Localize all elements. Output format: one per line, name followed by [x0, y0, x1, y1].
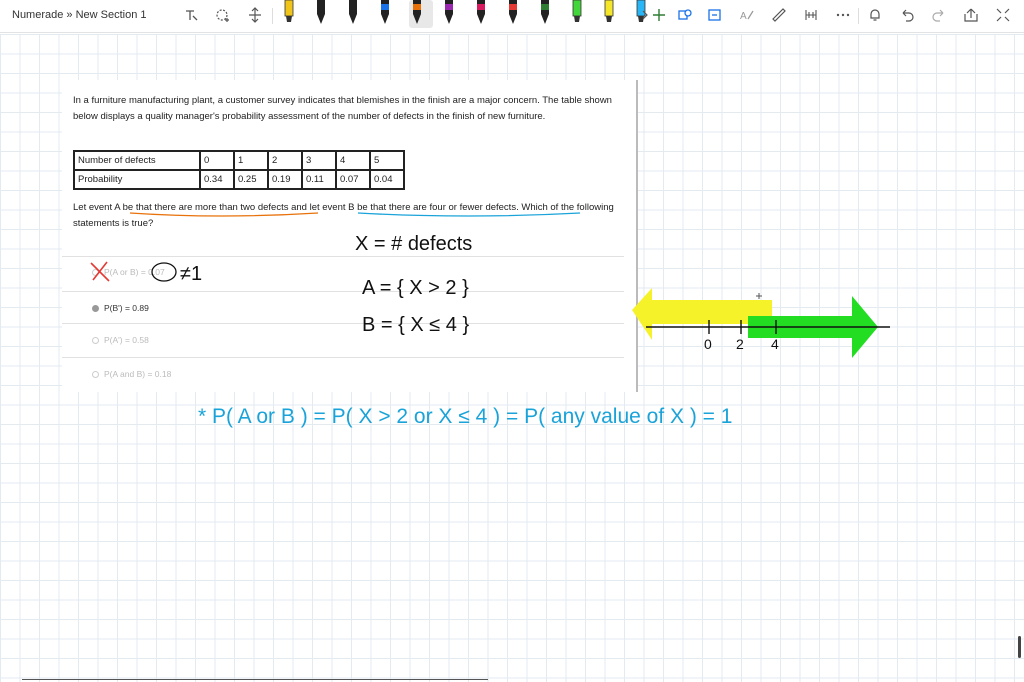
add-space-icon[interactable]	[214, 6, 232, 24]
table-cell: 0.25	[233, 169, 269, 190]
fullscreen-icon[interactable]	[994, 6, 1012, 24]
lasso-select-icon[interactable]	[182, 6, 200, 24]
divider	[62, 357, 624, 358]
table-cell: 3	[301, 150, 337, 171]
option-label: P(A') = 0.58	[104, 335, 149, 345]
table-cell: 2	[267, 150, 303, 171]
radio-button[interactable]	[92, 370, 99, 378]
ink-to-shape-icon[interactable]	[706, 6, 724, 24]
table-cell: 1	[233, 150, 269, 171]
divider	[62, 291, 624, 292]
app-toolbar: Numerade » New Section 1 A	[0, 0, 1024, 33]
radio-button[interactable]	[92, 304, 99, 312]
question-card: In a furniture manufacturing plant, a cu…	[62, 80, 638, 392]
scrollbar-thumb[interactable]	[1018, 636, 1021, 658]
undo-icon[interactable]	[898, 6, 916, 24]
highlighter-tool-1[interactable]	[281, 0, 297, 28]
radio-button[interactable]	[92, 336, 99, 344]
option-label: P(B') = 0.89	[104, 303, 149, 313]
move-icon[interactable]	[246, 6, 264, 24]
table-cell: Number of defects	[73, 150, 201, 171]
table-cell: 4	[335, 150, 371, 171]
ink-to-text-icon[interactable]: A	[738, 6, 756, 24]
table-cell: 0.07	[335, 169, 371, 190]
table-row: Number of defects 0 1 2 3 4 5	[73, 150, 405, 171]
page-rule	[22, 679, 488, 680]
table-cell: 0	[199, 150, 235, 171]
table-cell: 0.04	[369, 169, 405, 190]
redo-icon[interactable]	[930, 6, 948, 24]
highlighter-tool-11[interactable]	[601, 0, 617, 28]
pen-tool-9[interactable]	[537, 0, 553, 28]
option-a-complement[interactable]: P(A') = 0.58	[92, 335, 149, 345]
divider	[62, 323, 624, 324]
probability-table: Number of defects 0 1 2 3 4 5 Probabilit…	[73, 150, 405, 190]
breadcrumb[interactable]: Numerade » New Section 1	[12, 9, 147, 21]
pen-tool-8[interactable]	[505, 0, 521, 28]
option-a-and-b[interactable]: P(A and B) = 0.18	[92, 369, 171, 379]
table-cell: 0.19	[267, 169, 303, 190]
more-icon[interactable]	[834, 6, 852, 24]
pen-tool-4[interactable]	[377, 0, 393, 28]
option-a-or-b[interactable]: P(A or B) = 0.07	[92, 267, 165, 277]
add-pen-icon[interactable]	[650, 6, 668, 24]
option-b-complement[interactable]: P(B') = 0.89	[92, 303, 149, 313]
question-intro: In a furniture manufacturing plant, a cu…	[73, 95, 612, 122]
pen-tool-3[interactable]	[345, 0, 361, 28]
question-prompt: Let event A be that there are more than …	[73, 202, 614, 229]
highlighter-tool-10[interactable]	[569, 0, 585, 28]
table-cell: 0.34	[199, 169, 235, 190]
pen-tool-2[interactable]	[313, 0, 329, 28]
shapes-icon[interactable]	[676, 6, 694, 24]
radio-button[interactable]	[92, 268, 99, 276]
pen-tool-6[interactable]	[441, 0, 457, 28]
notifications-icon[interactable]	[866, 6, 884, 24]
table-cell: Probability	[73, 169, 201, 190]
pen-tool-5[interactable]	[409, 0, 433, 28]
divider	[62, 256, 624, 257]
option-label: P(A or B) = 0.07	[104, 267, 165, 277]
svg-text:A: A	[740, 11, 747, 22]
table-cell: 5	[369, 150, 405, 171]
table-row: Probability 0.34 0.25 0.19 0.11 0.07 0.0…	[73, 169, 405, 190]
option-label: P(A and B) = 0.18	[104, 369, 172, 379]
share-icon[interactable]	[962, 6, 980, 24]
table-cell: 0.11	[301, 169, 337, 190]
protractor-icon[interactable]	[802, 6, 820, 24]
pen-tool-7[interactable]	[473, 0, 489, 28]
ruler-icon[interactable]	[770, 6, 788, 24]
